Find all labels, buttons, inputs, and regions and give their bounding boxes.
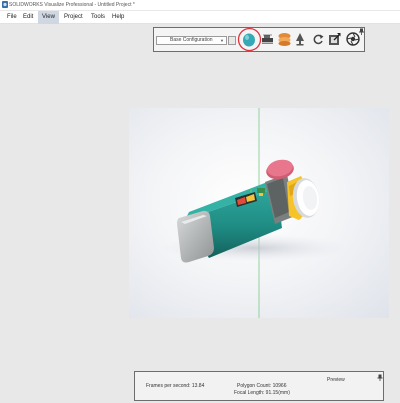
menu-project[interactable]: Project xyxy=(60,11,87,24)
menu-tools[interactable]: Tools xyxy=(87,11,109,24)
menu-help[interactable]: Help xyxy=(108,11,128,24)
aperture-icon[interactable] xyxy=(346,31,360,47)
window-title: SOLIDWORKS Visualize Professional - Unti… xyxy=(9,2,135,8)
render-viewport[interactable] xyxy=(129,108,389,318)
menu-view[interactable]: View xyxy=(38,11,59,24)
menu-bar: File Edit View Project Tools Help xyxy=(0,11,400,24)
chevron-down-icon: ▼ xyxy=(220,38,224,43)
configuration-options-button[interactable] xyxy=(228,36,236,45)
fps-readout: Frames per second: 13.84 xyxy=(146,383,205,389)
menu-edit[interactable]: Edit xyxy=(19,11,37,24)
stack-icon[interactable] xyxy=(277,31,292,47)
configuration-value: Base Configuration xyxy=(170,37,213,43)
export-icon[interactable] xyxy=(328,31,341,47)
lamp-icon[interactable] xyxy=(294,31,306,47)
app-logo-icon xyxy=(2,1,8,8)
focal-length: Focal Length: 91.15(mm) xyxy=(234,390,290,396)
preview-render-icon[interactable] xyxy=(237,27,263,53)
refresh-icon[interactable] xyxy=(312,31,324,47)
polygon-count: Polygon Count: 10966 xyxy=(237,383,287,389)
title-bar: SOLIDWORKS Visualize Professional - Unti… xyxy=(0,0,400,10)
camera-render-icon[interactable] xyxy=(261,31,274,47)
app-window: SOLIDWORKS Visualize Professional - Unti… xyxy=(0,0,400,403)
pin-icon[interactable] xyxy=(377,374,383,381)
flashlight-model[interactable] xyxy=(129,108,389,318)
configuration-dropdown[interactable]: Base Configuration ▼ xyxy=(156,36,227,45)
preview-label: Preview xyxy=(327,377,345,383)
